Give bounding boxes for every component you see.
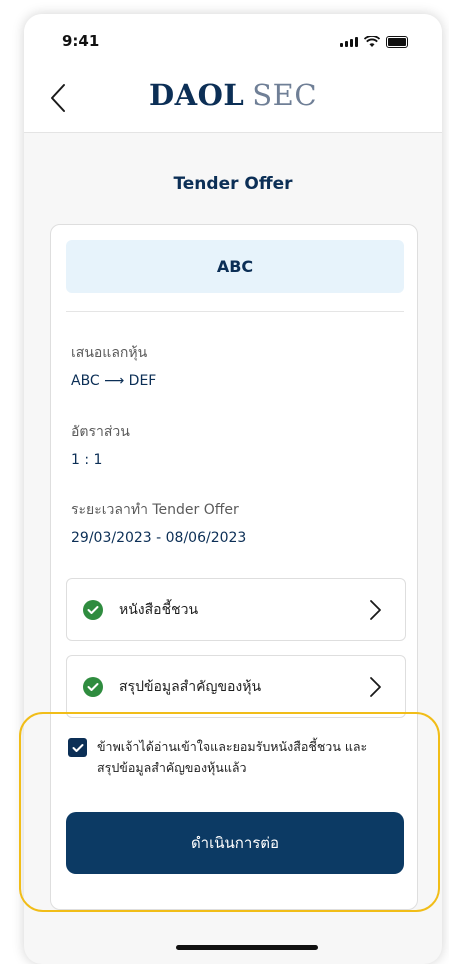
exchange-label: เสนอแลกหุ้น [71,345,148,361]
top-bar: 9:41 DAOL SEC [24,14,442,133]
period-value: 29/03/2023 - 08/06/2023 [71,530,247,546]
ratio-label: อัตราส่วน [71,424,130,440]
chevron-right-icon [370,676,381,697]
wifi-icon [364,36,380,47]
divider [66,311,404,312]
status-time: 9:41 [62,32,100,50]
battery-icon [386,36,408,48]
brand-logo: DAOL SEC [148,78,318,112]
tender-offer-card: ABC เสนอแลกหุ้น ABC ⟶ DEF อัตราส่วน 1 : … [50,224,418,910]
agreement-checkbox[interactable] [68,738,87,757]
page-title: Tender Offer [173,174,293,194]
checkmark-icon [72,743,83,752]
document-label: หนังสือชี้ชวน [119,601,199,618]
ratio-value: 1 : 1 [71,452,103,468]
signal-icon [340,37,358,47]
status-icons [340,36,408,48]
exchange-value: ABC ⟶ DEF [71,373,157,389]
phone-screen: 9:41 DAOL SEC Tender Offer ABC เสนอแลกหุ้… [24,14,442,964]
check-circle-icon [83,676,103,697]
document-item-summary[interactable]: สรุปข้อมูลสำคัญของหุ้น [66,655,406,718]
agreement-text: ข้าพเจ้าได้อ่านเข้าใจและยอมรับหนังสือชี้… [97,736,367,778]
agreement-line-2: สรุปข้อมูลสำคัญของหุ้นแล้ว [97,760,247,775]
chevron-right-icon [370,599,381,620]
home-indicator [176,945,318,950]
agreement-row: ข้าพเจ้าได้อ่านเข้าใจและยอมรับหนังสือชี้… [68,738,398,778]
stock-symbol-banner: ABC [66,240,404,293]
check-circle-icon [83,599,103,620]
document-label: สรุปข้อมูลสำคัญของหุ้น [119,678,262,695]
agreement-line-1: ข้าพเจ้าได้อ่านเข้าใจและยอมรับหนังสือชี้… [97,739,368,754]
document-item-prospectus[interactable]: หนังสือชี้ชวน [66,578,406,641]
continue-button[interactable]: ดำเนินการต่อ [66,812,404,874]
period-label: ระยะเวลาทำ Tender Offer [71,502,239,518]
